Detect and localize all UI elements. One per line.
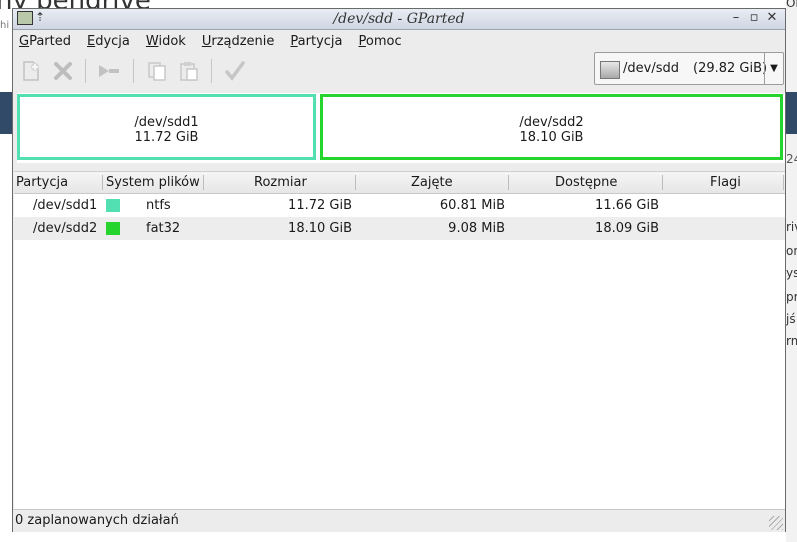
paste-icon[interactable] (175, 57, 203, 85)
partition-block-size: 11.72 GiB (134, 130, 199, 145)
col-header-rozmiar[interactable]: Rozmiar (254, 175, 307, 190)
menu-label: omoc (365, 33, 402, 49)
cell-size: 18.10 GiB (288, 221, 352, 236)
table-header: Partycja System plików Rozmiar Zajęte Do… (14, 172, 785, 194)
chevron-down-icon[interactable]: ▼ (764, 53, 783, 84)
maximize-button[interactable]: ▫ (747, 10, 761, 25)
cell-filesystem: fat32 (146, 221, 181, 236)
menu-accel: P (290, 33, 298, 49)
gparted-window: ⇡ /dev/sdd - GParted – ▫ ✕ GParted Edycj… (12, 8, 786, 532)
cell-used: 9.08 MiB (448, 221, 505, 236)
resize-move-icon[interactable] (95, 57, 123, 85)
background-band-right (786, 92, 797, 134)
menu-accel: E (87, 33, 96, 49)
menu-accel: P (358, 33, 366, 49)
cell-filesystem: ntfs (146, 198, 171, 213)
table-row[interactable]: /dev/sdd1 ntfs 11.72 GiB 60.81 MiB 11.66… (14, 194, 785, 217)
menu-label: idok (158, 33, 186, 49)
background-hint-text: hi (0, 20, 10, 31)
copy-icon[interactable] (143, 57, 171, 85)
menu-label: Parted (29, 33, 71, 49)
partition-block-size: 18.10 GiB (519, 130, 584, 145)
menu-label: rządzenie (211, 33, 275, 49)
partition-map: /dev/sdd1 11.72 GiB /dev/sdd2 18.10 GiB (17, 93, 785, 163)
menu-urzadzenie[interactable]: Urządzenie (202, 34, 275, 49)
pending-operations-status: 0 zaplanowanych działań (15, 513, 179, 528)
menu-widok[interactable]: Widok (146, 34, 186, 49)
partition-block-sdd1[interactable]: /dev/sdd1 11.72 GiB (17, 94, 316, 160)
background-fragment: riv (786, 220, 797, 234)
background-fragment: 24 (786, 152, 797, 166)
col-header-flagi[interactable]: Flagi (710, 175, 741, 190)
menu-accel: U (201, 33, 212, 49)
col-header-dostepne[interactable]: Dostępne (555, 175, 617, 190)
menu-partycja[interactable]: Partycja (290, 34, 342, 49)
background-fragment: Obcz (786, 0, 797, 10)
close-button[interactable]: ✕ (765, 10, 779, 25)
fs-color-swatch (106, 199, 120, 212)
minimize-button[interactable]: – (729, 10, 743, 25)
cell-partition: /dev/sdd2 (33, 221, 98, 236)
background-fragment: ys (786, 266, 797, 280)
partition-table: Partycja System plików Rozmiar Zajęte Do… (14, 171, 785, 510)
menu-bar: GParted Edycja Widok Urządzenie Partycja… (13, 30, 785, 52)
device-selector[interactable]: /dev/sdd (29.82 GiB) ▼ (594, 52, 784, 85)
status-bar: 0 zaplanowanych działań (13, 509, 785, 532)
background-fragment: pr (786, 290, 797, 304)
partition-block-sdd2[interactable]: /dev/sdd2 18.10 GiB (320, 94, 783, 160)
background-fragment: rm (786, 334, 797, 348)
background-fragment: jś (786, 312, 796, 326)
cell-partition: /dev/sdd1 (33, 198, 98, 213)
cell-size: 11.72 GiB (288, 198, 352, 213)
fs-color-swatch (106, 222, 120, 235)
device-size: (29.82 GiB) (693, 61, 768, 76)
menu-accel: G (19, 33, 30, 49)
resize-grip[interactable] (769, 516, 783, 530)
menu-label: artycja (297, 33, 343, 49)
delete-icon[interactable] (49, 57, 77, 85)
background-band-left (0, 92, 12, 134)
menu-gparted[interactable]: GParted (19, 34, 71, 49)
menu-accel: W (145, 33, 159, 49)
col-header-system-plikow[interactable]: System plików (106, 175, 200, 190)
cell-free: 11.66 GiB (595, 198, 659, 213)
cell-used: 60.81 MiB (439, 198, 505, 213)
new-icon[interactable] (17, 57, 45, 85)
partition-block-name: /dev/sdd1 (134, 115, 199, 130)
cell-free: 18.09 GiB (595, 221, 659, 236)
apply-icon[interactable] (221, 57, 249, 85)
partition-block-name: /dev/sdd2 (519, 115, 584, 130)
menu-edycja[interactable]: Edycja (87, 34, 130, 49)
col-header-partycja[interactable]: Partycja (16, 175, 68, 190)
col-header-zajete[interactable]: Zajęte (411, 175, 453, 190)
table-row[interactable]: /dev/sdd2 fat32 18.10 GiB 9.08 MiB 18.09… (14, 217, 785, 240)
background-fragment: on (786, 244, 797, 258)
menu-pomoc[interactable]: Pomoc (359, 34, 402, 49)
menu-label: dycja (95, 33, 130, 49)
window-title: /dev/sdd - GParted (333, 11, 465, 27)
title-bar[interactable]: ⇡ /dev/sdd - GParted – ▫ ✕ (13, 9, 785, 30)
device-name: /dev/sdd (623, 61, 679, 76)
disk-icon (600, 61, 620, 79)
